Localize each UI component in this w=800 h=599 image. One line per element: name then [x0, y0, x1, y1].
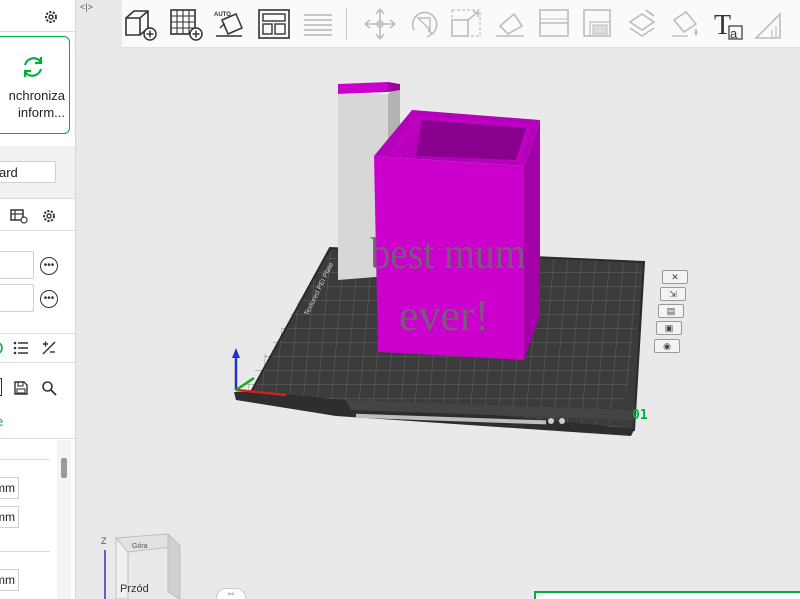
add-object-icon[interactable]: [122, 6, 158, 42]
plate-settings-icon[interactable]: [8, 206, 30, 226]
slicer-app: nchroniza inform... ard ••• ••• m m m <|…: [0, 0, 800, 599]
filament-1-dots-icon[interactable]: •••: [40, 257, 58, 275]
add-plate-icon[interactable]: [168, 6, 204, 42]
sync-text-line1: nchroniza: [8, 88, 65, 103]
filament-field-2[interactable]: [0, 284, 34, 312]
swap-icon[interactable]: [38, 338, 60, 358]
model-text-line1: best mum: [370, 230, 525, 278]
cube-top-label: Góra: [132, 543, 148, 550]
collapse-sidebar-icon[interactable]: <|>: [80, 2, 93, 12]
color-paint-icon[interactable]: [668, 6, 704, 42]
rotate-icon[interactable]: [406, 6, 442, 42]
preset-field[interactable]: ard: [0, 161, 56, 183]
sync-info-card[interactable]: nchroniza inform...: [0, 36, 70, 134]
main-toolbar: AUTO T a: [122, 0, 800, 48]
support-paint-icon[interactable]: [580, 6, 616, 42]
progress-panel: [534, 591, 800, 599]
mm-unit-1: mm: [0, 481, 15, 495]
model-text-line2: ever!: [399, 291, 489, 340]
left-sidebar: nchroniza inform... ard ••• ••• m m m: [0, 0, 76, 599]
scrollbar-thumb[interactable]: [61, 458, 67, 478]
search-icon[interactable]: [38, 378, 60, 398]
mm-field-3[interactable]: mm: [0, 569, 19, 591]
filament-2-dots-icon[interactable]: •••: [40, 290, 58, 308]
plate-lock-icon[interactable]: ▣: [656, 321, 682, 335]
plate-orient-icon[interactable]: ⇲: [660, 287, 686, 301]
plate-number: 01: [632, 408, 648, 423]
mm-field-2[interactable]: mm: [0, 506, 19, 528]
cube-z-axis: [104, 550, 106, 599]
partial-letter-e: e: [0, 414, 3, 429]
auto-orient-icon[interactable]: AUTO: [212, 6, 248, 42]
measure-icon[interactable]: [752, 6, 788, 42]
cube-z-label: Z: [101, 536, 107, 546]
seam-paint-icon[interactable]: [624, 6, 660, 42]
cut-icon[interactable]: [536, 6, 572, 42]
mm-field-1[interactable]: mm: [0, 477, 19, 499]
arrange-icon[interactable]: [256, 6, 292, 42]
filament-field-1[interactable]: [0, 251, 34, 279]
plate-arrange-icon[interactable]: ▤: [658, 304, 684, 318]
plate-eye-icon[interactable]: ◉: [654, 339, 680, 353]
save-icon[interactable]: [10, 378, 32, 398]
sync-icon: [19, 53, 47, 81]
scene-canvas[interactable]: best mum ever! Textured PEI Plate: [76, 48, 800, 599]
text-tool-icon[interactable]: Ta: [710, 6, 746, 42]
process-gear-icon[interactable]: [38, 206, 60, 226]
preset-value: ard: [0, 164, 18, 180]
cube-front-label: Przód: [120, 583, 149, 595]
mm-unit-2: mm: [0, 510, 15, 524]
view-toggle-button[interactable]: ◦◦: [216, 588, 246, 599]
partial-box-icon[interactable]: [0, 378, 2, 396]
sync-text-line2: inform...: [18, 105, 65, 120]
lay-on-face-icon[interactable]: [492, 6, 528, 42]
move-icon[interactable]: [362, 6, 398, 42]
3d-viewport[interactable]: best mum ever! Textured PEI Plate ✕ ⇲ ▤ …: [76, 48, 800, 599]
view-cube[interactable]: Góra Przód: [105, 532, 182, 599]
settings-gear-icon[interactable]: [40, 6, 62, 28]
mm-unit-3: mm: [0, 573, 15, 587]
plate-close-icon[interactable]: ✕: [662, 270, 688, 284]
list-icon[interactable]: [10, 338, 32, 358]
layers-icon[interactable]: [300, 6, 336, 42]
scale-icon[interactable]: [448, 6, 484, 42]
partial-circle-icon[interactable]: [0, 338, 6, 358]
